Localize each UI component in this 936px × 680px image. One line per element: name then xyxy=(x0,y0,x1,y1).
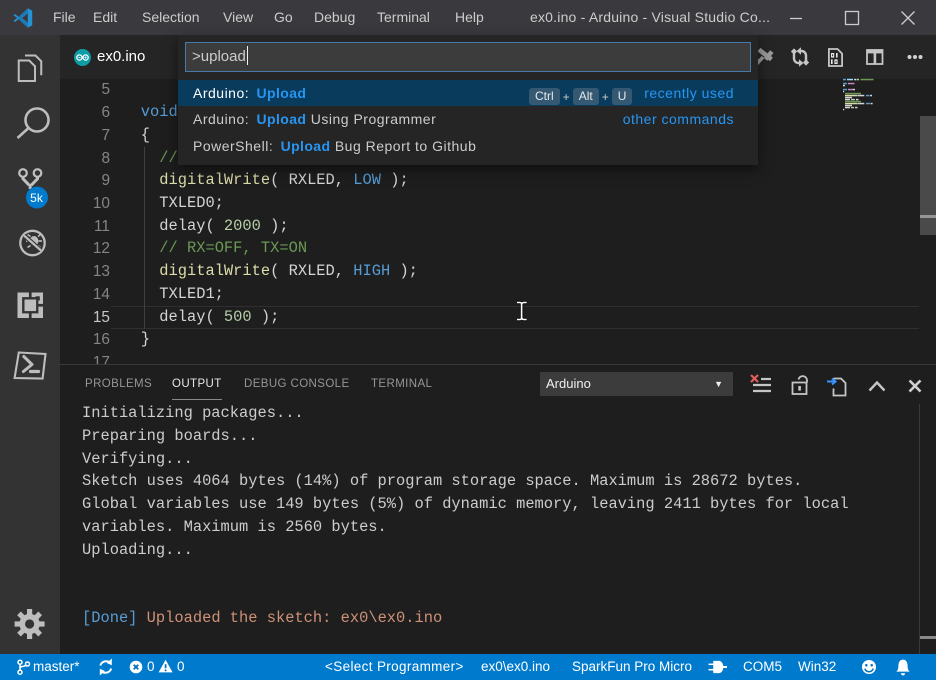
svg-text:5k: 5k xyxy=(30,191,44,205)
